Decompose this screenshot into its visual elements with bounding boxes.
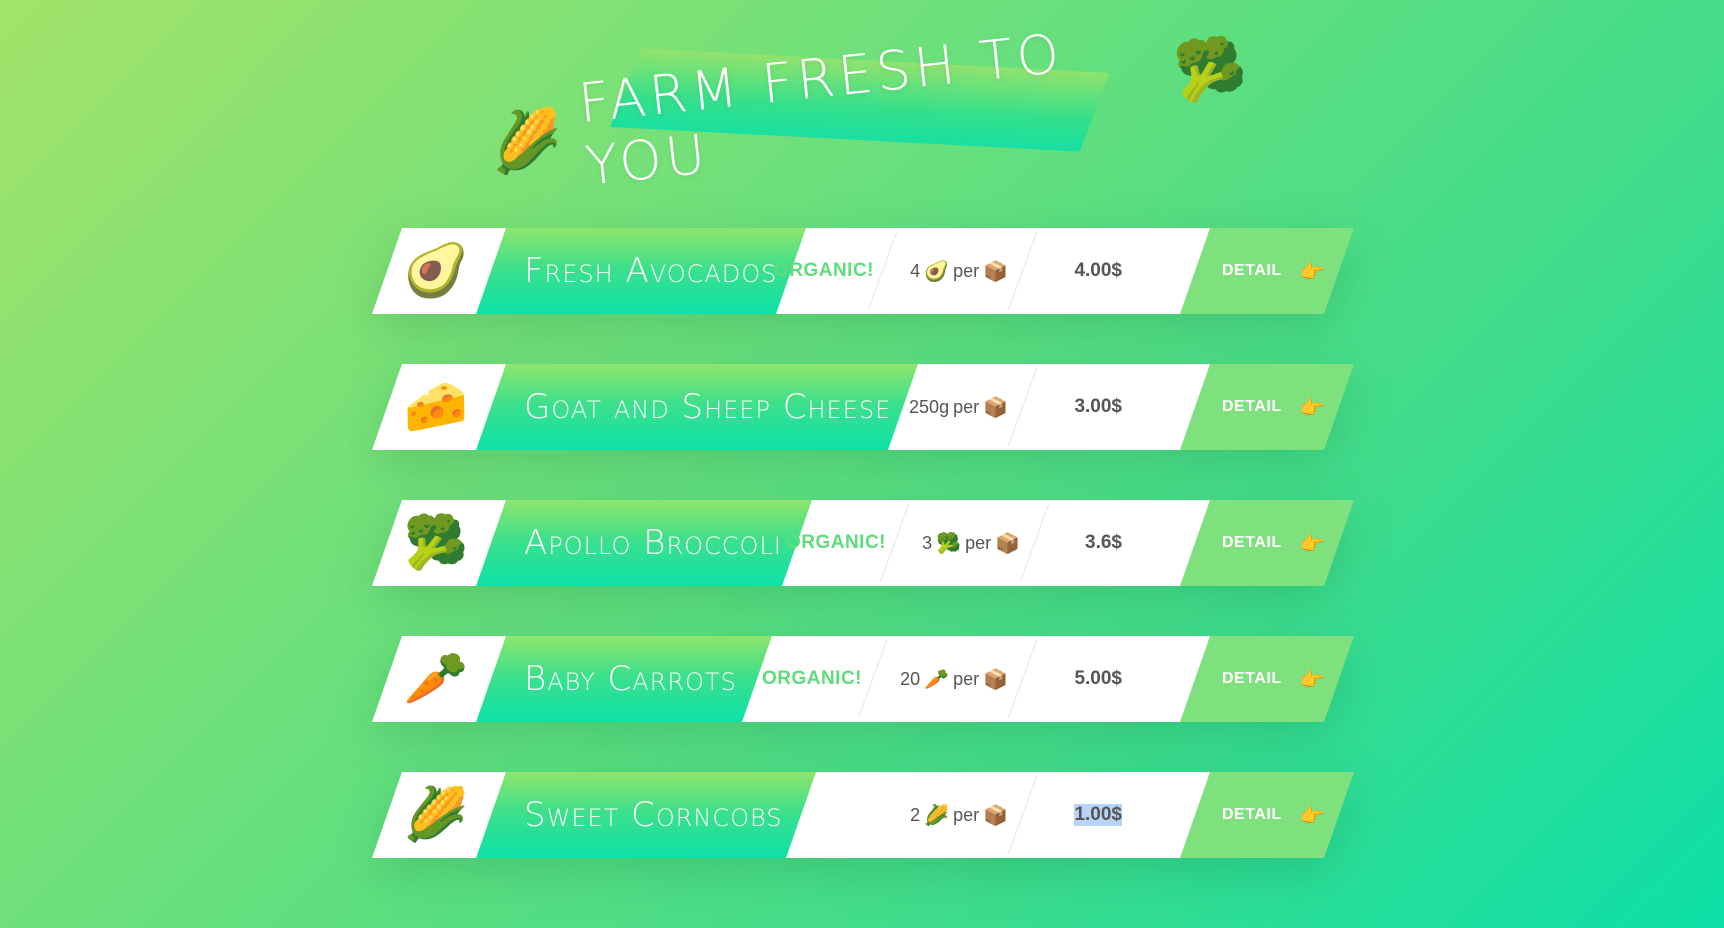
product-price: 5.00$: [1074, 636, 1122, 722]
box-icon: 📦: [983, 260, 1008, 283]
avocado-icon: 🥑: [403, 241, 469, 301]
product-name-band: Sweet Corncobs: [476, 772, 816, 858]
box-icon: 📦: [983, 804, 1008, 827]
product-row: 🥑 Fresh Avocados ORGANIC! 4 🥑 per 📦 4.00…: [372, 228, 1354, 314]
detail-button-label: DETAIL: [1222, 670, 1282, 687]
page-header: 🌽 Farm Fresh To You 🥦: [487, 22, 1250, 198]
detail-button[interactable]: DETAIL 👉: [1180, 228, 1354, 314]
corn-icon: 🌽: [924, 804, 950, 827]
price-value: 1.00$: [1074, 804, 1122, 826]
carrot-icon: 🥕: [924, 668, 950, 691]
corn-icon: 🌽: [403, 785, 469, 845]
detail-button-label: DETAIL: [1222, 398, 1282, 415]
product-price: 4.00$: [1074, 228, 1122, 314]
price-value: 5.00$: [1074, 668, 1122, 689]
product-name: Fresh Avocados: [524, 251, 778, 291]
page-title: Farm Fresh To You: [575, 21, 1067, 198]
product-price: 3.6$: [1085, 500, 1122, 586]
detail-button-label: DETAIL: [1222, 262, 1282, 279]
organic-badge: ORGANIC!: [773, 260, 874, 281]
price-value: 3.00$: [1074, 396, 1122, 417]
product-row: 🧀 Goat and Sheep Cheese 250g per 📦 3.00$…: [372, 364, 1354, 450]
quantity-per-box: 4 🥑 per 📦: [910, 228, 1008, 314]
product-row: 🌽 Sweet Corncobs 2 🌽 per 📦 1.00$ DETAIL …: [372, 772, 1354, 858]
product-name: Goat and Sheep Cheese: [524, 387, 892, 427]
product-price: 3.00$: [1074, 364, 1122, 450]
broccoli-icon: 🥦: [936, 532, 962, 555]
quantity-count: 250g: [909, 396, 950, 417]
product-row: 🥕 Baby Carrots ORGANIC! 20 🥕 per 📦 5.00$…: [372, 636, 1354, 722]
cheese-icon: 🧀: [403, 377, 469, 437]
quantity-per-box: 2 🌽 per 📦: [910, 772, 1008, 858]
product-name: Baby Carrots: [524, 659, 737, 699]
pointing-hand-icon: 👉: [1299, 531, 1325, 555]
detail-button-label: DETAIL: [1222, 806, 1282, 823]
detail-button[interactable]: DETAIL 👉: [1180, 500, 1354, 586]
pointing-hand-icon: 👉: [1299, 395, 1325, 419]
product-name-band: Fresh Avocados: [476, 228, 806, 314]
quantity-count: 2: [910, 804, 921, 825]
pointing-hand-icon: 👉: [1299, 259, 1325, 283]
quantity-per-label: per: [953, 668, 980, 689]
quantity-per-label: per: [965, 532, 992, 553]
quantity-count: 3: [922, 532, 933, 553]
product-name-band: Apollo Broccoli: [476, 500, 812, 586]
product-list: 🥑 Fresh Avocados ORGANIC! 4 🥑 per 📦 4.00…: [372, 228, 1354, 908]
price-value: 4.00$: [1074, 260, 1122, 281]
carrot-icon: 🥕: [403, 649, 469, 709]
product-name-band: Goat and Sheep Cheese: [476, 364, 918, 450]
quantity-per-box: 3 🥦 per 📦: [922, 500, 1020, 586]
detail-button[interactable]: DETAIL 👉: [1180, 636, 1354, 722]
detail-button[interactable]: DETAIL 👉: [1180, 364, 1354, 450]
pointing-hand-icon: 👉: [1299, 667, 1325, 691]
pointing-hand-icon: 👉: [1299, 803, 1325, 827]
quantity-per-label: per: [953, 804, 980, 825]
quantity-per-label: per: [953, 396, 980, 417]
quantity-per-box: 250g per 📦: [909, 364, 1008, 450]
organic-badge: ORGANIC!: [785, 532, 886, 553]
box-icon: 📦: [983, 396, 1008, 419]
broccoli-icon: 🥦: [1170, 31, 1250, 107]
title-row: 🌽 Farm Fresh To You 🥦: [483, 0, 1255, 219]
product-price: 1.00$: [1074, 772, 1122, 858]
organic-badge: ORGANIC!: [761, 668, 862, 689]
box-icon: 📦: [995, 532, 1020, 555]
product-name: Sweet Corncobs: [524, 795, 783, 835]
price-value: 3.6$: [1085, 532, 1122, 553]
corn-icon: 🌽: [486, 103, 566, 179]
detail-button-label: DETAIL: [1222, 534, 1282, 551]
quantity-per-box: 20 🥕 per 📦: [900, 636, 1008, 722]
box-icon: 📦: [983, 668, 1008, 691]
quantity-per-label: per: [953, 260, 980, 281]
quantity-count: 4: [910, 260, 921, 281]
broccoli-icon: 🥦: [403, 513, 469, 573]
product-name-band: Baby Carrots: [476, 636, 772, 722]
avocado-icon: 🥑: [924, 260, 950, 283]
product-row: 🥦 Apollo Broccoli ORGANIC! 3 🥦 per 📦 3.6…: [372, 500, 1354, 586]
product-name: Apollo Broccoli: [524, 523, 782, 563]
quantity-count: 20: [900, 668, 921, 689]
detail-button[interactable]: DETAIL 👉: [1180, 772, 1354, 858]
